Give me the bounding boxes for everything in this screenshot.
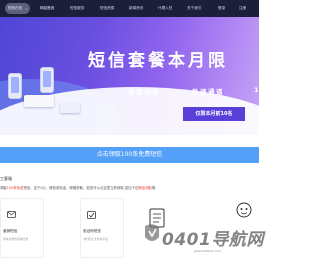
- info-suffix: 哦: [151, 186, 156, 190]
- watermark-text: 0401导航网: [162, 230, 264, 250]
- card-illustration-2: [60, 103, 80, 113]
- banner-title: 短信套餐本月限: [88, 51, 228, 71]
- nav-item-agents[interactable]: 代理入驻: [158, 0, 172, 17]
- nav-item-home[interactable]: 网站首页: [40, 0, 54, 17]
- verify-icon: [87, 211, 96, 219]
- phone-illustration-icon-2: [40, 67, 54, 93]
- nav-item-sms-service[interactable]: 短信服务: [70, 0, 84, 17]
- chevron-down-icon: ›: [25, 6, 27, 11]
- logo-text: 短信在线: [8, 6, 22, 10]
- nav-item-register[interactable]: 注册: [239, 0, 246, 17]
- product-card-title: 验证码短信: [83, 229, 101, 233]
- product-card-verification[interactable]: 验证码短信 3秒可达 支持多平台: [80, 198, 124, 258]
- nav-item-pricing[interactable]: 短信资费: [100, 0, 114, 17]
- phone-illustration-icon: [8, 73, 22, 99]
- product-card-subtitle: 简单高效的营销方案: [3, 237, 29, 241]
- wechat-claim-link[interactable]: 微信领取: [138, 186, 152, 190]
- banner-subtitle-free-trial: 免费试用: [128, 88, 160, 96]
- nav-item-news[interactable]: 新闻资讯: [129, 0, 143, 17]
- card-illustration: [24, 95, 54, 107]
- product-card-marketing[interactable]: 营销短信 简单高效的营销方案: [0, 198, 44, 258]
- message-icon: [7, 211, 16, 218]
- product-card-subtitle: 3秒可达 支持多平台: [83, 237, 109, 241]
- banner-promo-tag: 仅限本月前10名: [183, 107, 245, 121]
- nav-item-login[interactable]: 登录: [218, 0, 225, 17]
- service-info-text: 领取100条免费短信，加下QQ，微信或电话，邮箱获取。若您可以点这里立即领取,或…: [0, 185, 155, 190]
- banner-subtitle-fast-channel: 极速通道: [192, 88, 224, 96]
- site-logo[interactable]: 短信在线 ›: [5, 3, 30, 14]
- info-middle: 短信，加下QQ，微信或电话，邮箱获取。若您可以点这里立即领取,或加下边: [23, 186, 139, 190]
- free-sms-cta-button[interactable]: 点击领取100条免费短信: [0, 147, 259, 163]
- nav-item-about[interactable]: 关于我们: [187, 0, 201, 17]
- site-watermark: 0401导航网 www.0401dh.com: [138, 221, 263, 258]
- info-highlight: 100条免费: [6, 186, 24, 190]
- watermark-logo-icon: [145, 224, 159, 241]
- hero-banner[interactable]: 短信套餐本月限 免费试用 极速通道 1 仅限本月前10名: [0, 17, 259, 135]
- watermark-url: www.0401dh.com: [194, 249, 221, 253]
- top-nav: 短信在线 › 网站首页 短信服务 短信资费 新闻资讯 代理入驻 关于我们 登录 …: [0, 0, 259, 17]
- banner-subtitle-cut: 1: [254, 86, 259, 94]
- product-card-title: 营销短信: [3, 229, 18, 233]
- service-section-title: 工客服: [0, 176, 12, 181]
- info-prefix: 领取: [0, 186, 7, 190]
- mascot-icon: [236, 202, 252, 218]
